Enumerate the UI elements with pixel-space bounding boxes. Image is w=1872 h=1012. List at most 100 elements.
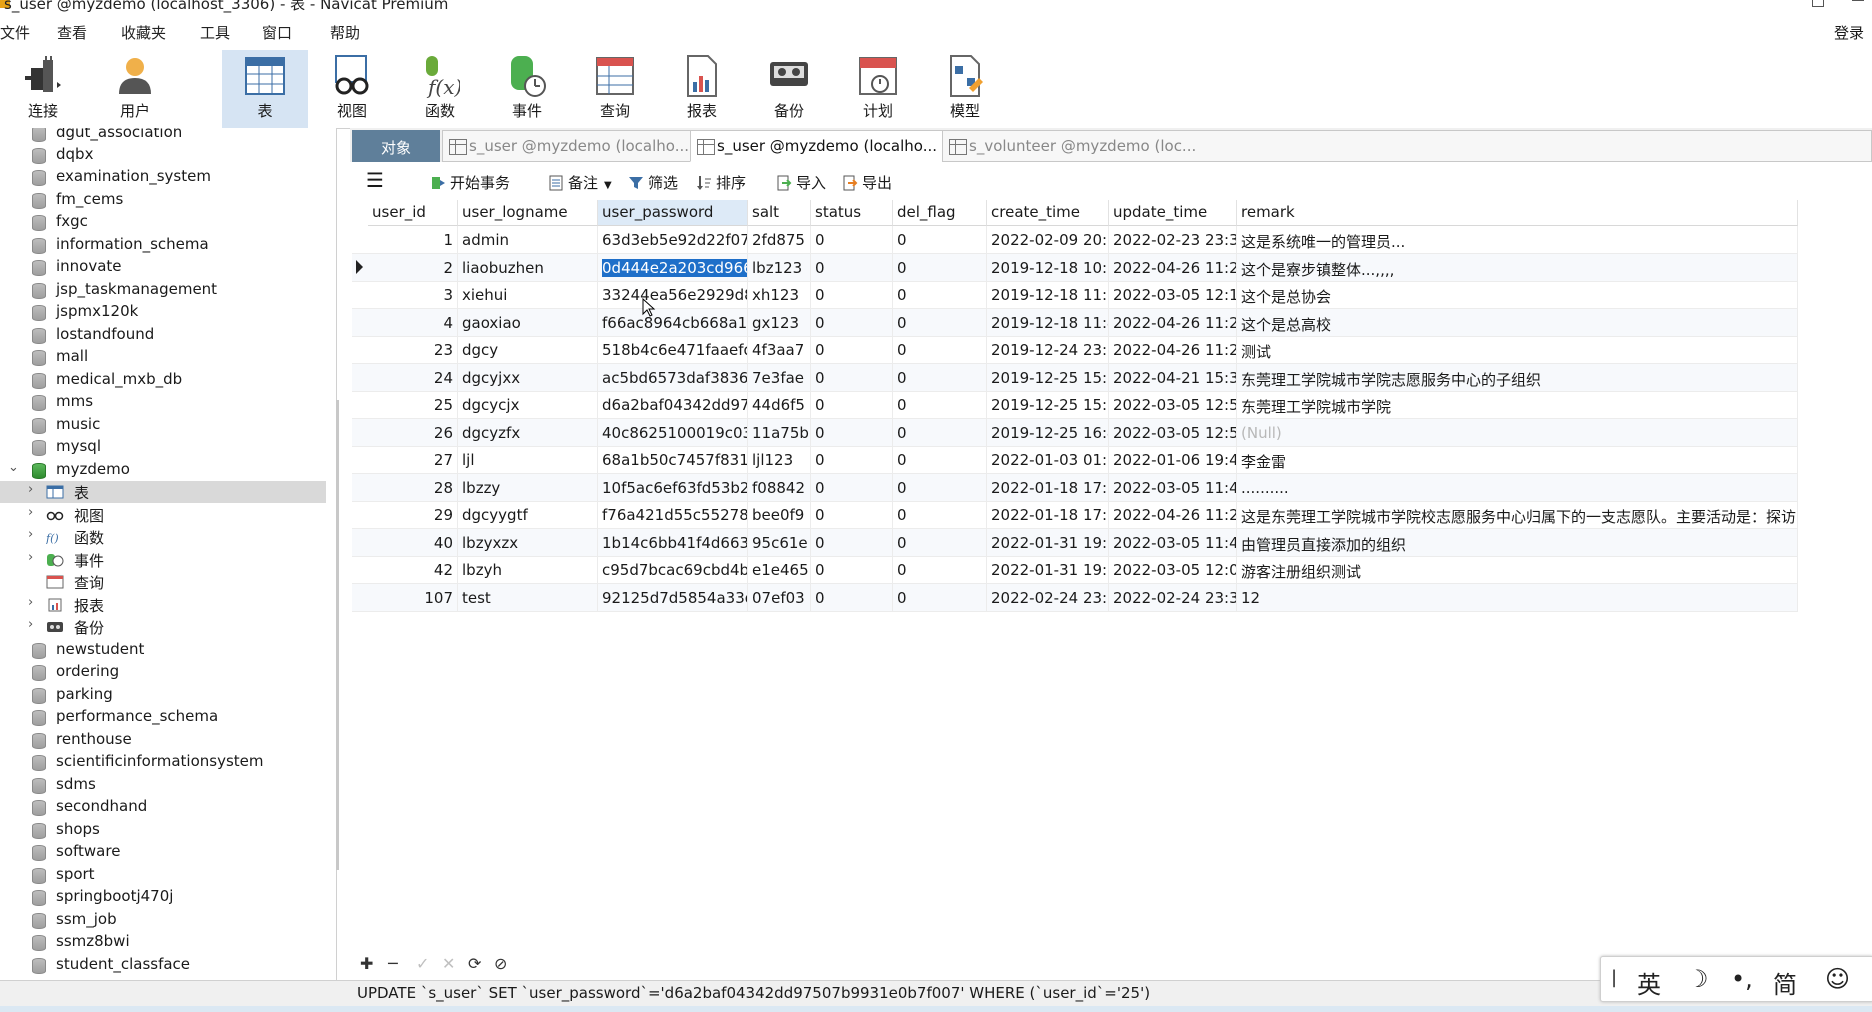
cell-user-id[interactable]: 23 bbox=[368, 336, 458, 363]
login-link[interactable]: 登录 bbox=[1834, 22, 1864, 43]
cell-user-id[interactable]: 107 bbox=[368, 583, 458, 611]
cell-remark[interactable]: 这个是总协会 bbox=[1237, 281, 1798, 308]
cell-remark[interactable]: 测试 bbox=[1237, 336, 1798, 363]
cell-create-time[interactable]: 2022-02-24 23:3 bbox=[987, 583, 1109, 611]
cell-status[interactable]: 0 bbox=[811, 473, 893, 501]
tree-db-item[interactable]: jsp_taskmanagement bbox=[0, 279, 326, 301]
tree-db-item[interactable]: scientificinformationsystem bbox=[0, 751, 326, 773]
tree-db-item[interactable]: ssmz8bwi bbox=[0, 931, 326, 953]
ime-drag-handle[interactable]: | bbox=[1611, 967, 1617, 988]
cell-user-logname[interactable]: dgcy bbox=[458, 336, 598, 363]
chevron-down-icon[interactable]: ⌄ bbox=[8, 460, 19, 475]
cell-user-id[interactable]: 27 bbox=[368, 446, 458, 473]
cell-remark[interactable]: 东莞理工学院城市学院 bbox=[1237, 391, 1798, 418]
cell-remark[interactable]: 12 bbox=[1237, 583, 1798, 611]
discard-x-icon[interactable]: ✕ bbox=[442, 954, 455, 973]
ime-emoji-icon[interactable]: ☺ bbox=[1825, 965, 1850, 993]
tree-db-item[interactable]: newstudent bbox=[0, 639, 326, 661]
tree-scrollbar[interactable] bbox=[336, 400, 339, 870]
cell-user-id[interactable]: 42 bbox=[368, 556, 458, 583]
tree-db-item[interactable]: dqbx bbox=[0, 144, 326, 166]
cell-user-password[interactable]: 33244ea56e2929d8 bbox=[598, 281, 748, 308]
cell-status[interactable]: 0 bbox=[811, 418, 893, 446]
cell-create-time[interactable]: 2019-12-18 11:3 bbox=[987, 281, 1109, 308]
cell-create-time[interactable]: 2019-12-18 10:0 bbox=[987, 253, 1109, 281]
column-header[interactable]: update_time bbox=[1109, 200, 1237, 226]
cell-status[interactable]: 0 bbox=[811, 363, 893, 391]
cell-user-logname[interactable]: dgcyygtf bbox=[458, 501, 598, 528]
chevron-right-icon[interactable]: › bbox=[28, 505, 33, 520]
cell-create-time[interactable]: 2019-12-25 15:2 bbox=[987, 363, 1109, 391]
tree-db-myzdemo[interactable]: ⌄ myzdemo bbox=[0, 459, 326, 481]
tree-db-item[interactable]: sport bbox=[0, 864, 326, 886]
cell-user-logname[interactable]: xiehui bbox=[458, 281, 598, 308]
cell-salt[interactable]: xh123 bbox=[748, 281, 811, 308]
cell-salt[interactable]: 2fd875 bbox=[748, 226, 811, 253]
table-row[interactable]: 4 gaoxiao f66ac8964cb668a10 gx123 0 0 2019-12-… bbox=[352, 308, 1798, 337]
cell-user-password[interactable]: 63d3eb5e92d22f07 bbox=[598, 226, 748, 253]
tree-db-item[interactable]: ordering bbox=[0, 661, 326, 683]
toolbar-table-button[interactable]: 表 bbox=[222, 50, 308, 128]
cell-user-password[interactable]: 92125d7d5854a33d bbox=[598, 583, 748, 611]
hamburger-menu-icon[interactable]: ☰ bbox=[366, 168, 384, 192]
cell-user-logname[interactable]: gaoxiao bbox=[458, 308, 598, 336]
chevron-right-icon[interactable]: › bbox=[28, 617, 33, 632]
cell-remark[interactable]: 这是系统唯一的管理员... bbox=[1237, 226, 1798, 253]
cell-del-flag[interactable]: 0 bbox=[893, 418, 987, 446]
toolbar-query-button[interactable]: 查询 bbox=[572, 50, 658, 128]
cell-user-password[interactable]: ac5bd6573daf38368 bbox=[598, 363, 748, 391]
cell-user-password[interactable]: 1b14c6bb41f4d663 bbox=[598, 528, 748, 556]
cell-update-time[interactable]: 2022-04-26 11:23 bbox=[1109, 308, 1237, 336]
cell-del-flag[interactable]: 0 bbox=[893, 308, 987, 336]
cell-status[interactable]: 0 bbox=[811, 583, 893, 611]
cell-salt[interactable]: gx123 bbox=[748, 308, 811, 336]
cell-status[interactable]: 0 bbox=[811, 446, 893, 473]
cell-user-password[interactable]: f76a421d55c55278c bbox=[598, 501, 748, 528]
ime-language-toggle[interactable]: 英 bbox=[1637, 965, 1661, 1000]
ime-simplified-toggle[interactable]: 简 bbox=[1773, 965, 1797, 1000]
table-row[interactable]: 29 dgcyygtf f76a421d55c55278c bee0f9 0 0 2022-… bbox=[352, 501, 1798, 529]
tree-db-item[interactable]: jspmx120k bbox=[0, 301, 326, 323]
toolbar-view-button[interactable]: 视图 bbox=[309, 50, 395, 128]
cell-user-id[interactable]: 3 bbox=[368, 281, 458, 308]
cell-status[interactable]: 0 bbox=[811, 226, 893, 253]
toolbar-event-button[interactable]: 事件 bbox=[484, 50, 570, 128]
cell-remark[interactable]: 游客注册组织测试 bbox=[1237, 556, 1798, 583]
column-header[interactable]: user_logname bbox=[458, 200, 598, 226]
cell-user-id[interactable]: 24 bbox=[368, 363, 458, 391]
cell-salt[interactable]: 44d6f5 bbox=[748, 391, 811, 418]
cell-status[interactable]: 0 bbox=[811, 528, 893, 556]
tree-db-item[interactable]: medical_mxb_db bbox=[0, 369, 326, 391]
refresh-icon[interactable]: ⟳ bbox=[468, 954, 481, 973]
tree-db-item[interactable]: shops bbox=[0, 819, 326, 841]
tree-folder-functions[interactable]: › f() 函数 bbox=[0, 526, 326, 548]
cell-update-time[interactable]: 2022-04-21 15:30 bbox=[1109, 363, 1237, 391]
tree-db-item[interactable]: sdms bbox=[0, 774, 326, 796]
tree-db-item[interactable]: information_schema bbox=[0, 234, 326, 256]
cell-user-password[interactable]: d6a2baf04342dd97 bbox=[598, 391, 748, 418]
cell-update-time[interactable]: 2022-04-26 11:23 bbox=[1109, 336, 1237, 363]
cell-user-logname[interactable]: dgcycjx bbox=[458, 391, 598, 418]
cell-create-time[interactable]: 2019-12-18 11:4 bbox=[987, 308, 1109, 336]
table-row[interactable]: 2 liaobuzhen 0d444e2a203cd966 lbz123 0 0 2019-… bbox=[352, 253, 1798, 282]
cell-remark[interactable]: 东莞理工学院城市学院志愿服务中心的子组织 bbox=[1237, 363, 1798, 391]
tree-db-item[interactable]: mms bbox=[0, 391, 326, 413]
column-header[interactable]: user_id bbox=[368, 200, 458, 226]
cell-user-password[interactable]: c95d7bcac69cbd4b bbox=[598, 556, 748, 583]
menu-help[interactable]: 帮助 bbox=[330, 22, 360, 43]
cell-user-logname[interactable]: lbzzy bbox=[458, 473, 598, 501]
tree-db-item[interactable]: springbootj470j bbox=[0, 886, 326, 908]
chevron-right-icon[interactable]: › bbox=[28, 595, 33, 610]
column-header[interactable]: salt bbox=[748, 200, 811, 226]
cell-del-flag[interactable]: 0 bbox=[893, 226, 987, 253]
cell-salt[interactable]: 07ef03 bbox=[748, 583, 811, 611]
cell-salt[interactable]: 95c61e bbox=[748, 528, 811, 556]
cell-create-time[interactable]: 2022-01-03 01:0 bbox=[987, 446, 1109, 473]
chevron-down-icon[interactable]: ▼ bbox=[604, 180, 612, 191]
tree-db-item[interactable]: fm_cems bbox=[0, 189, 326, 211]
menu-view[interactable]: 查看 bbox=[57, 22, 87, 43]
cell-status[interactable]: 0 bbox=[811, 556, 893, 583]
cell-user-id[interactable]: 25 bbox=[368, 391, 458, 418]
column-header[interactable]: status bbox=[811, 200, 893, 226]
cell-status[interactable]: 0 bbox=[811, 308, 893, 336]
